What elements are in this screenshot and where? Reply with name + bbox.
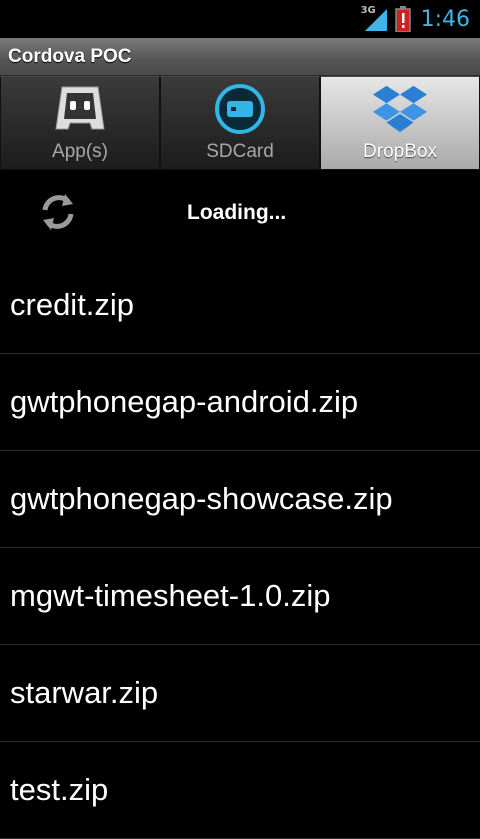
refresh-icon[interactable]	[38, 192, 78, 232]
file-item[interactable]: starwar.zip	[0, 645, 480, 742]
tab-dropbox[interactable]: DropBox	[320, 76, 480, 170]
battery-alert-icon	[394, 6, 411, 32]
file-list: credit.zip gwtphonegap-android.zip gwtph…	[0, 256, 480, 839]
tab-bar: App(s) SDCard DropBox	[0, 76, 480, 170]
loading-indicator: Loading...	[0, 170, 480, 256]
dropbox-icon	[372, 81, 428, 137]
sdcard-icon	[212, 81, 268, 137]
app-title: Cordova POC	[8, 45, 132, 67]
loading-text: Loading...	[187, 201, 287, 224]
tab-apps[interactable]: App(s)	[0, 76, 160, 170]
status-bar: 3G 1:46	[0, 0, 480, 38]
network-indicator: 3G	[361, 5, 387, 33]
file-item[interactable]: gwtphonegap-showcase.zip	[0, 451, 480, 548]
clock: 1:46	[420, 6, 470, 32]
file-item[interactable]: mgwt-timesheet-1.0.zip	[0, 548, 480, 645]
app-title-bar: Cordova POC	[0, 38, 480, 76]
tab-sdcard-label: SDCard	[206, 141, 274, 162]
file-item[interactable]: gwtphonegap-android.zip	[0, 354, 480, 451]
cordova-robot-icon	[52, 81, 108, 137]
tab-dropbox-label: DropBox	[363, 141, 437, 162]
tab-apps-label: App(s)	[52, 141, 108, 162]
signal-icon	[364, 9, 387, 31]
tab-sdcard[interactable]: SDCard	[160, 76, 320, 170]
file-item[interactable]: test.zip	[0, 742, 480, 839]
file-item[interactable]: credit.zip	[0, 256, 480, 354]
